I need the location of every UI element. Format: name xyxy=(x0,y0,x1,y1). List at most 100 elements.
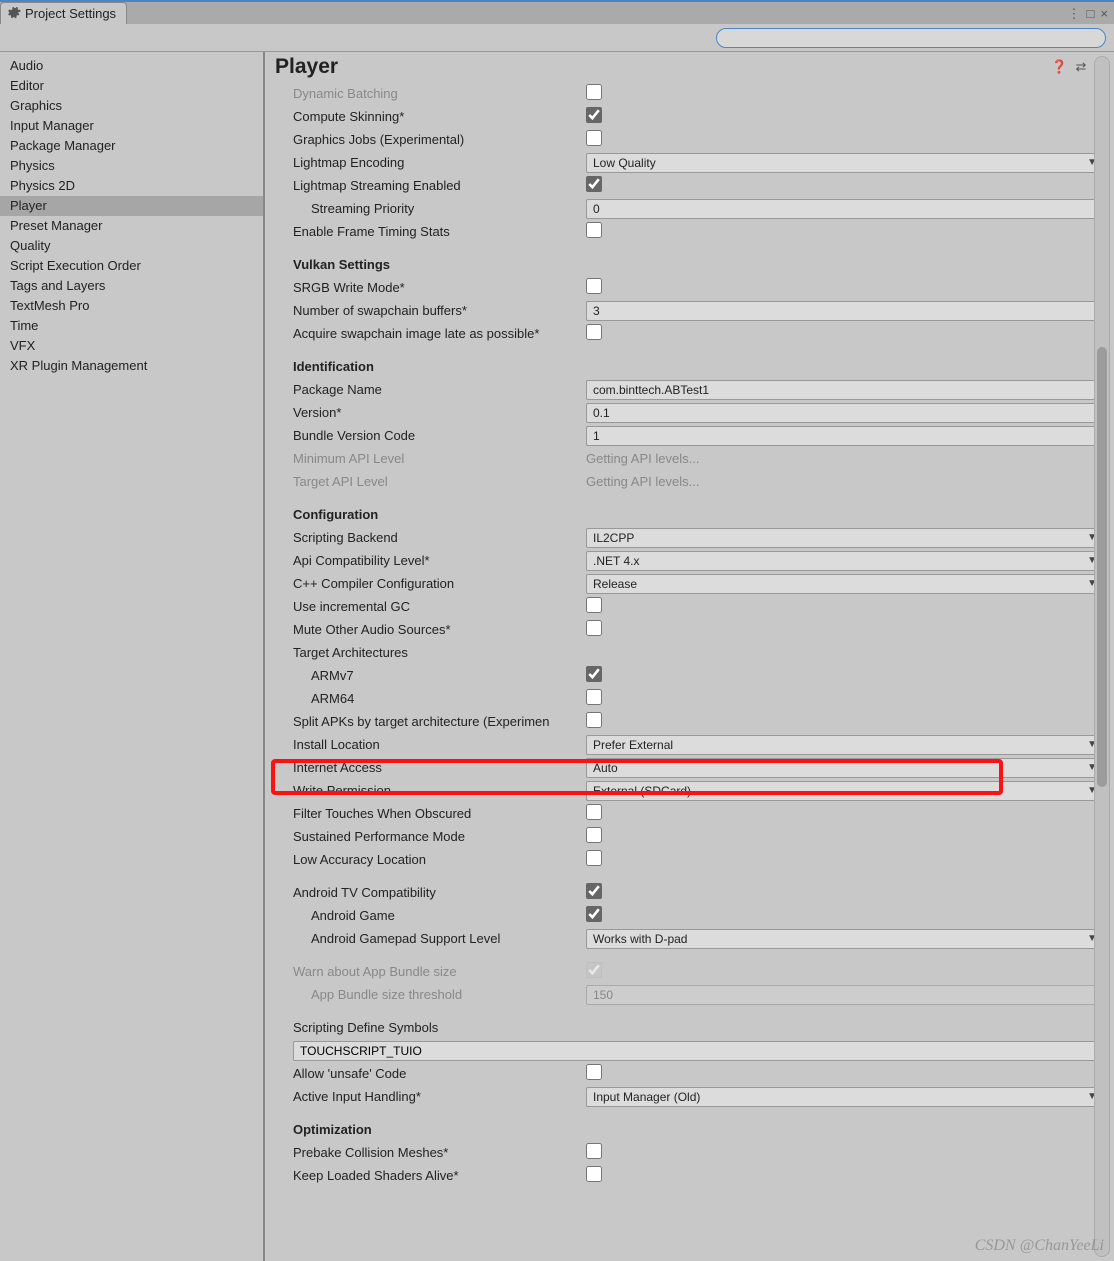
configuration-section: Configuration xyxy=(293,507,586,522)
gamepad-support-select[interactable]: Works with D-pad▼ xyxy=(586,929,1104,949)
bundle-version-input[interactable] xyxy=(586,426,1104,446)
dynamic-batching-checkbox[interactable] xyxy=(586,84,602,100)
incremental-gc-label: Use incremental GC xyxy=(293,599,586,614)
min-api-label: Minimum API Level xyxy=(293,451,586,466)
armv7-checkbox[interactable] xyxy=(586,666,602,682)
warn-bundle-checkbox xyxy=(586,962,602,978)
split-apk-checkbox[interactable] xyxy=(586,712,602,728)
sidebar-item-tags-and-layers[interactable]: Tags and Layers xyxy=(0,276,263,296)
preset-icon[interactable]: ⇄ xyxy=(1075,59,1086,75)
cpp-compiler-select[interactable]: Release▼ xyxy=(586,574,1104,594)
search-bar xyxy=(0,24,1114,52)
swapchain-buffers-input[interactable] xyxy=(586,301,1104,321)
internet-access-select[interactable]: Auto▼ xyxy=(586,758,1104,778)
scripting-backend-select[interactable]: IL2CPP▼ xyxy=(586,528,1104,548)
low-accuracy-checkbox[interactable] xyxy=(586,850,602,866)
sustained-perf-label: Sustained Performance Mode xyxy=(293,829,586,844)
more-icon[interactable]: ⋮ xyxy=(1068,6,1081,22)
tab-project-settings[interactable]: Project Settings xyxy=(0,2,127,24)
android-game-label: Android Game xyxy=(293,908,586,923)
tv-compat-label: Android TV Compatibility xyxy=(293,885,586,900)
lightmap-encoding-select[interactable]: Low Quality▼ xyxy=(586,153,1104,173)
define-symbols-label: Scripting Define Symbols xyxy=(293,1020,586,1035)
sidebar: AudioEditorGraphicsInput ManagerPackage … xyxy=(0,52,265,1261)
gamepad-support-label: Android Gamepad Support Level xyxy=(293,931,586,946)
optimization-section: Optimization xyxy=(293,1122,586,1137)
identification-section: Identification xyxy=(293,359,586,374)
keep-shaders-label: Keep Loaded Shaders Alive* xyxy=(293,1168,586,1183)
sidebar-item-preset-manager[interactable]: Preset Manager xyxy=(0,216,263,236)
incremental-gc-checkbox[interactable] xyxy=(586,597,602,613)
sidebar-item-audio[interactable]: Audio xyxy=(0,56,263,76)
help-icon[interactable]: ❓ xyxy=(1051,59,1067,75)
keep-shaders-checkbox[interactable] xyxy=(586,1166,602,1182)
graphics-jobs-label: Graphics Jobs (Experimental) xyxy=(293,132,586,147)
scrollbar[interactable] xyxy=(1094,56,1110,1257)
compute-skinning-checkbox[interactable] xyxy=(586,107,602,123)
prebake-collision-checkbox[interactable] xyxy=(586,1143,602,1159)
sidebar-item-package-manager[interactable]: Package Manager xyxy=(0,136,263,156)
close-icon[interactable]: × xyxy=(1100,6,1108,22)
prebake-collision-label: Prebake Collision Meshes* xyxy=(293,1145,586,1160)
watermark: CSDN @ChanYeeLi xyxy=(975,1237,1104,1255)
settings-scroll[interactable]: Dynamic Batching Compute Skinning* Graph… xyxy=(265,82,1114,1261)
dynamic-batching-label: Dynamic Batching xyxy=(293,86,586,101)
package-name-input[interactable] xyxy=(586,380,1104,400)
sidebar-item-quality[interactable]: Quality xyxy=(0,236,263,256)
low-accuracy-label: Low Accuracy Location xyxy=(293,852,586,867)
gear-icon xyxy=(7,5,21,22)
active-input-select[interactable]: Input Manager (Old)▼ xyxy=(586,1087,1104,1107)
sidebar-item-script-execution-order[interactable]: Script Execution Order xyxy=(0,256,263,276)
sidebar-item-graphics[interactable]: Graphics xyxy=(0,96,263,116)
scrollbar-thumb[interactable] xyxy=(1097,347,1107,787)
graphics-jobs-checkbox[interactable] xyxy=(586,130,602,146)
tv-compat-checkbox[interactable] xyxy=(586,883,602,899)
sidebar-item-vfx[interactable]: VFX xyxy=(0,336,263,356)
mute-audio-label: Mute Other Audio Sources* xyxy=(293,622,586,637)
sidebar-item-editor[interactable]: Editor xyxy=(0,76,263,96)
acquire-late-checkbox[interactable] xyxy=(586,324,602,340)
filter-touches-checkbox[interactable] xyxy=(586,804,602,820)
write-permission-select[interactable]: External (SDCard)▼ xyxy=(586,781,1104,801)
split-apk-label: Split APKs by target architecture (Exper… xyxy=(293,714,586,729)
arm64-checkbox[interactable] xyxy=(586,689,602,705)
vulkan-section: Vulkan Settings xyxy=(293,257,586,272)
filter-touches-label: Filter Touches When Obscured xyxy=(293,806,586,821)
target-arch-label: Target Architectures xyxy=(293,645,586,660)
sidebar-item-physics-2d[interactable]: Physics 2D xyxy=(0,176,263,196)
install-location-select[interactable]: Prefer External▼ xyxy=(586,735,1104,755)
tab-label: Project Settings xyxy=(25,6,116,21)
streaming-priority-input[interactable] xyxy=(586,199,1104,219)
content-header: Player ❓ ⇄ ⚙ xyxy=(265,52,1114,82)
sidebar-item-textmesh-pro[interactable]: TextMesh Pro xyxy=(0,296,263,316)
frame-timing-checkbox[interactable] xyxy=(586,222,602,238)
arm64-label: ARM64 xyxy=(293,691,586,706)
sustained-perf-checkbox[interactable] xyxy=(586,827,602,843)
api-compat-select[interactable]: .NET 4.x▼ xyxy=(586,551,1104,571)
scripting-backend-label: Scripting Backend xyxy=(293,530,586,545)
sidebar-item-xr-plugin-management[interactable]: XR Plugin Management xyxy=(0,356,263,376)
lightmap-streaming-label: Lightmap Streaming Enabled xyxy=(293,178,586,193)
tab-bar: Project Settings ⋮ □ × xyxy=(0,0,1114,24)
write-permission-label: Write Permission xyxy=(293,783,586,798)
sidebar-item-input-manager[interactable]: Input Manager xyxy=(0,116,263,136)
sidebar-item-physics[interactable]: Physics xyxy=(0,156,263,176)
mute-audio-checkbox[interactable] xyxy=(586,620,602,636)
sidebar-item-time[interactable]: Time xyxy=(0,316,263,336)
srgb-write-checkbox[interactable] xyxy=(586,278,602,294)
android-game-checkbox[interactable] xyxy=(586,906,602,922)
lightmap-encoding-label: Lightmap Encoding xyxy=(293,155,586,170)
bundle-version-label: Bundle Version Code xyxy=(293,428,586,443)
api-compat-label: Api Compatibility Level* xyxy=(293,553,586,568)
target-api-value: Getting API levels... xyxy=(586,474,1104,489)
frame-timing-label: Enable Frame Timing Stats xyxy=(293,224,586,239)
version-input[interactable] xyxy=(586,403,1104,423)
define-symbols-input[interactable] xyxy=(293,1041,1104,1061)
lightmap-streaming-checkbox[interactable] xyxy=(586,176,602,192)
maximize-icon[interactable]: □ xyxy=(1087,6,1095,22)
target-api-label: Target API Level xyxy=(293,474,586,489)
install-location-label: Install Location xyxy=(293,737,586,752)
unsafe-code-checkbox[interactable] xyxy=(586,1064,602,1080)
sidebar-item-player[interactable]: Player xyxy=(0,196,263,216)
search-input[interactable] xyxy=(716,28,1106,48)
